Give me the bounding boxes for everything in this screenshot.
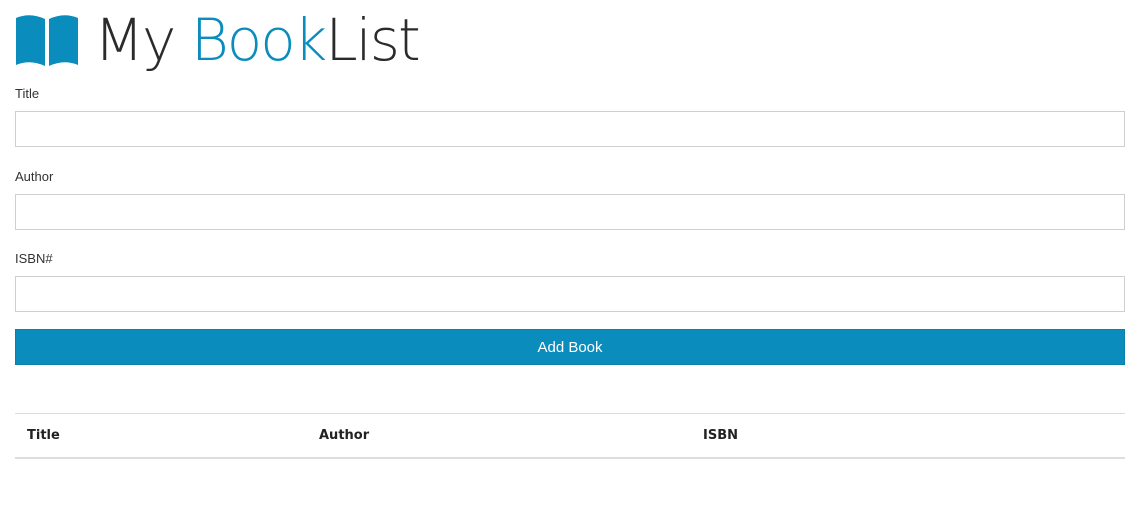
column-header-isbn: ISBN bbox=[691, 413, 1125, 459]
book-list-table: Title Author ISBN bbox=[15, 413, 1125, 459]
title-part-book: Book bbox=[190, 6, 328, 74]
table-header: Title Author ISBN bbox=[15, 413, 1125, 459]
app-container: My BookList Title Author ISBN# Add Book … bbox=[0, 0, 1144, 508]
open-book-icon bbox=[16, 15, 78, 66]
column-header-title: Title bbox=[15, 413, 307, 459]
isbn-input[interactable] bbox=[15, 276, 1125, 312]
page-title: My BookList bbox=[94, 6, 421, 74]
page-header: My BookList bbox=[14, 6, 421, 74]
table-header-row: Title Author ISBN bbox=[15, 413, 1125, 459]
column-header-author: Author bbox=[307, 413, 691, 459]
title-part-my: My bbox=[94, 6, 191, 74]
add-book-button[interactable]: Add Book bbox=[15, 329, 1125, 365]
author-label: Author bbox=[15, 169, 54, 184]
title-input[interactable] bbox=[15, 111, 1125, 147]
isbn-label: ISBN# bbox=[15, 251, 53, 266]
title-label: Title bbox=[15, 86, 40, 101]
title-part-list: List bbox=[325, 6, 420, 74]
author-input[interactable] bbox=[15, 194, 1125, 230]
